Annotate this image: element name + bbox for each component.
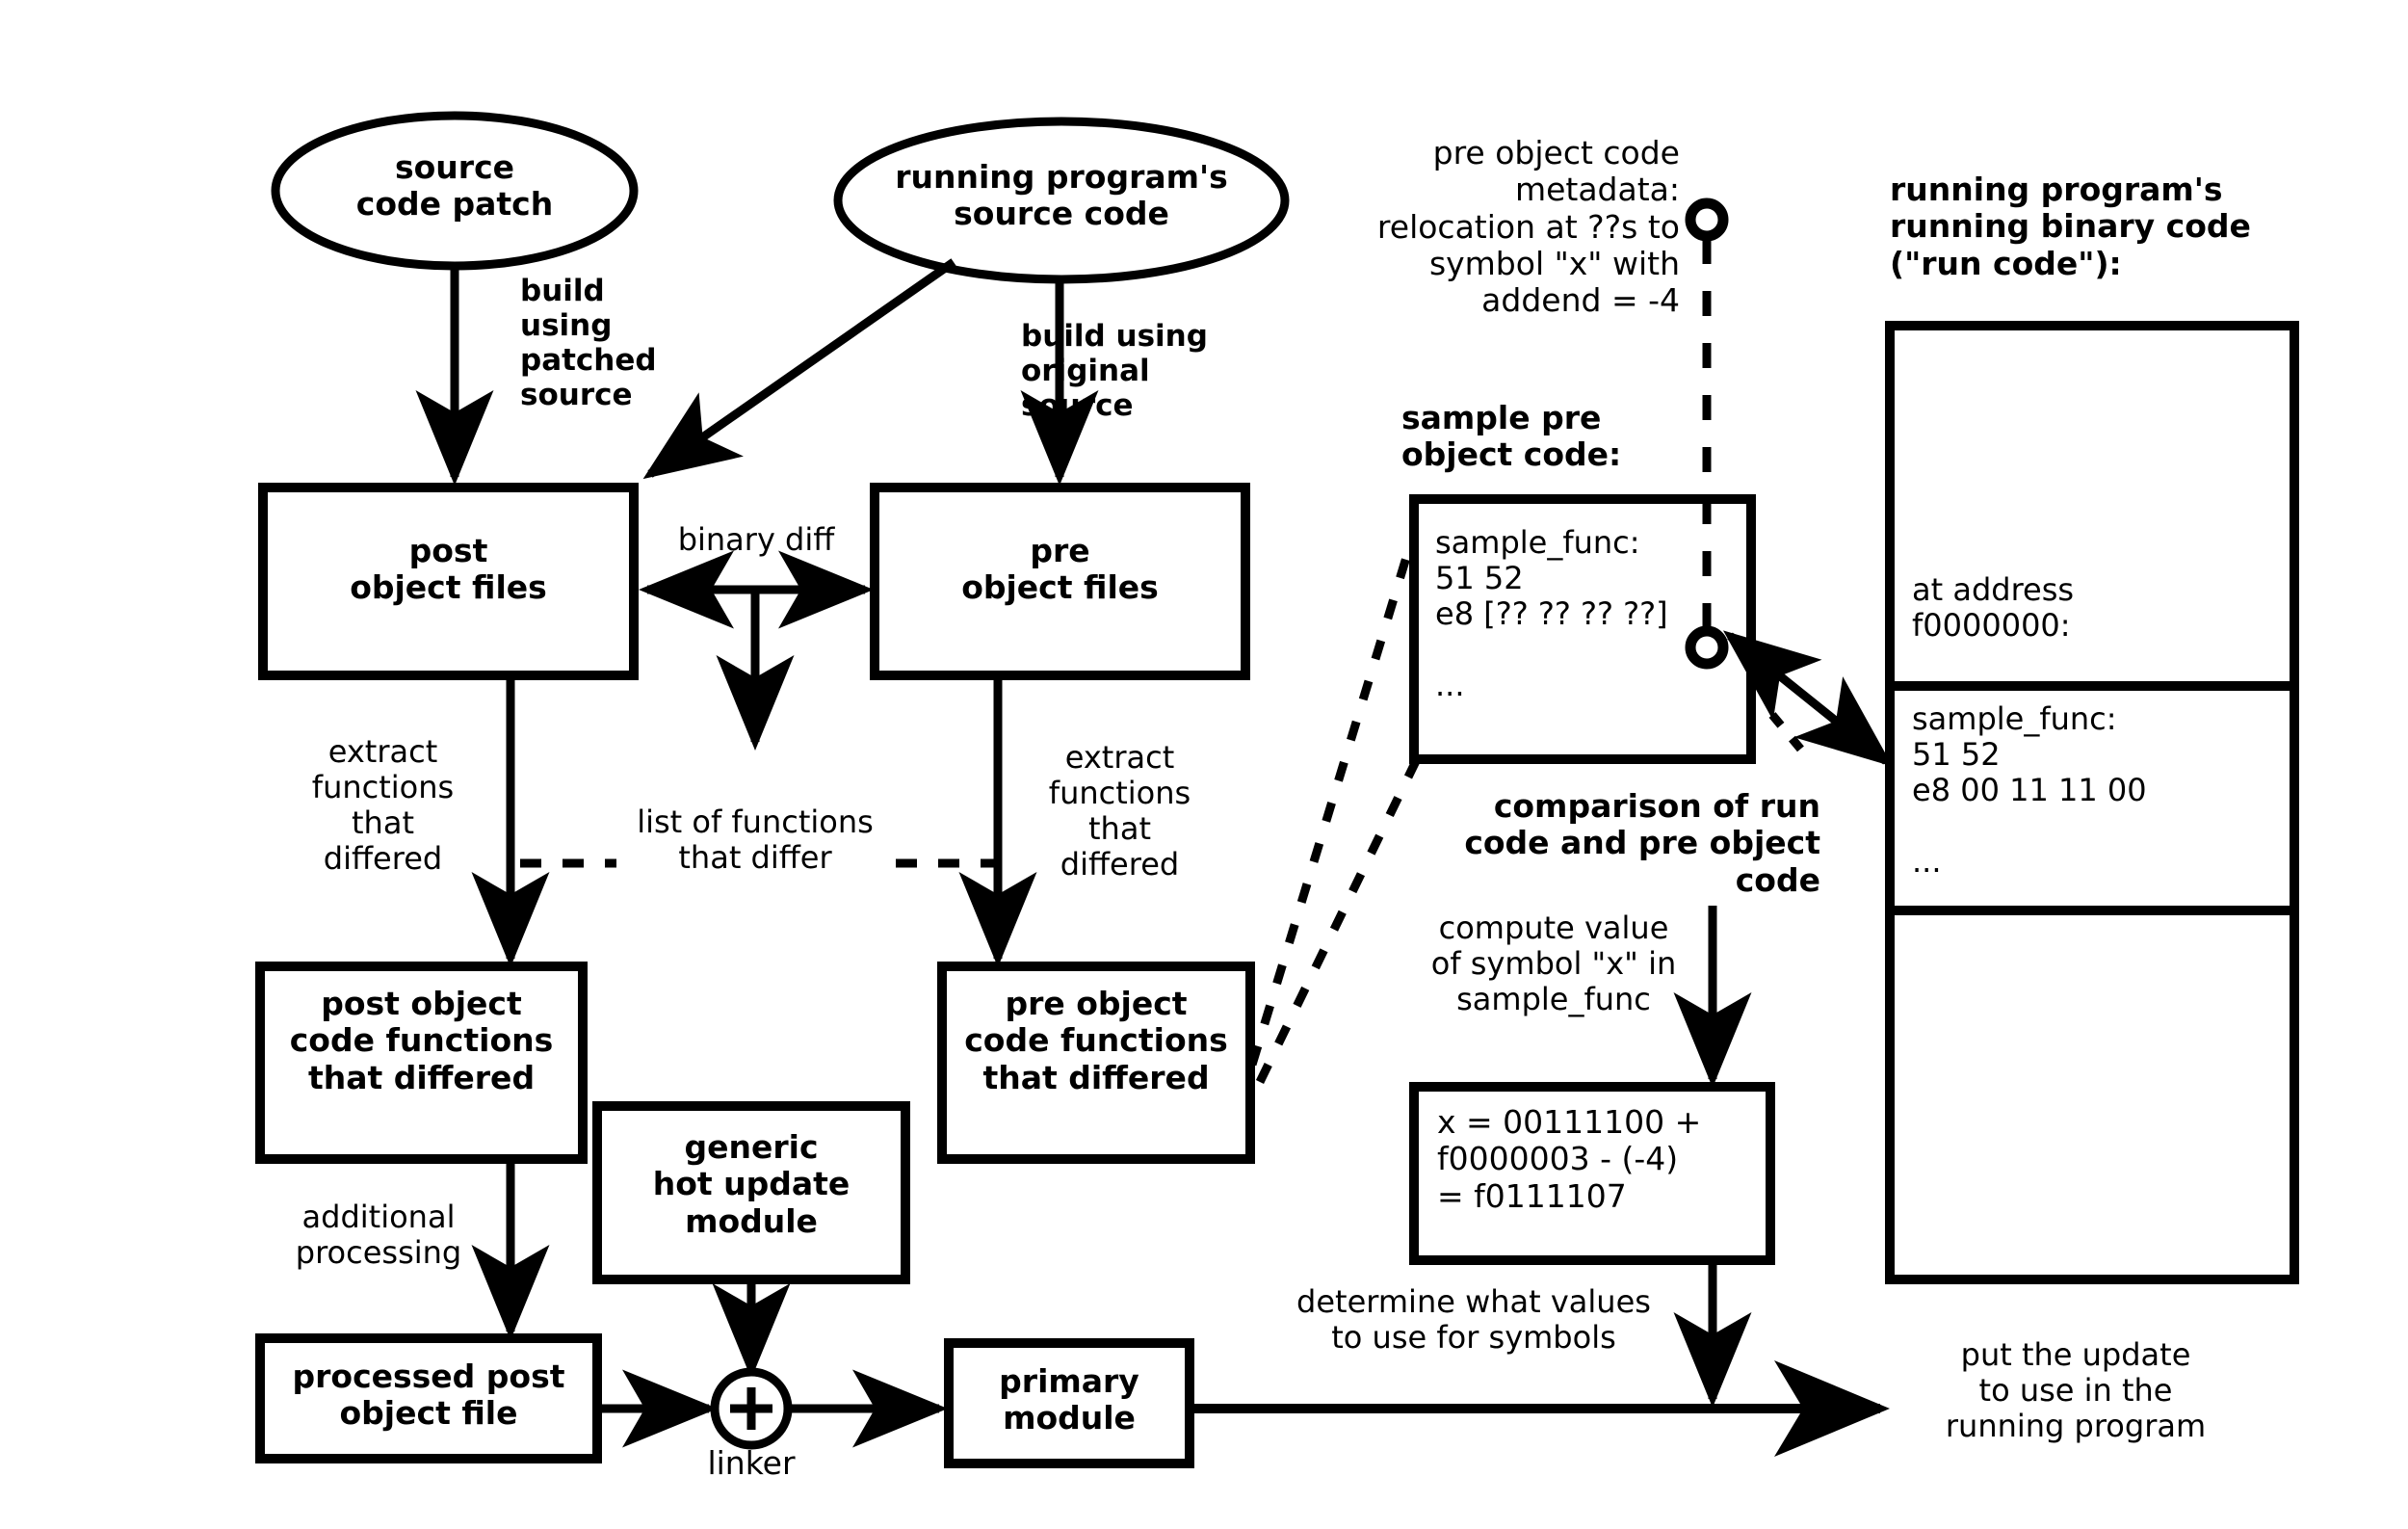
annotation-run-binary-code-caption: running program's running binary code ("…	[1890, 171, 2251, 282]
box-label-post-object-files: post object files	[350, 532, 547, 607]
edge-label-linker: linker	[707, 1444, 796, 1482]
dashed-zoom-bottom	[1255, 759, 1421, 1084]
box-label-post-object-code-functions: post object code functions that differed	[289, 985, 554, 1096]
dashed-compare-tick	[1768, 712, 1805, 752]
box-label-pre-object-code-functions: pre object code functions that differed	[964, 985, 1228, 1096]
annotation-comparison-of-run-code: comparison of run code and pre object co…	[1464, 787, 1820, 899]
edge-label-build-using-patched-source: build using patched source	[520, 274, 657, 412]
annotation-pre-object-code-metadata: pre object code metadata: relocation at …	[1376, 134, 1680, 320]
edge-label-extract-functions-left: extract functions that differed	[311, 733, 455, 878]
edge-label-build-using-original-source: build using original source	[1021, 319, 1208, 423]
dashed-zoom-top	[1247, 549, 1413, 1067]
edge-label-binary-diff: binary diff	[677, 521, 835, 558]
ellipse-label-source-code-patch: source code patch	[355, 148, 554, 224]
box-label-processed-post-object-file: processed post object file	[292, 1358, 565, 1433]
run-code-cell-address: at address f0000000:	[1912, 571, 2075, 645]
ellipse-label-running-program-source-code: running program's source code	[895, 158, 1228, 233]
run-code-cell-body: sample_func: 51 52 e8 00 11 11 00 ...	[1912, 700, 2147, 881]
edge-label-put-the-update: put the update to use in the running pro…	[1945, 1336, 2207, 1445]
edge-label-compute-value-of-symbol: compute value of symbol "x" in sample_fu…	[1430, 909, 1677, 1018]
edge-label-additional-processing: additional processing	[295, 1199, 462, 1272]
box-label-generic-hot-update-module: generic hot update module	[652, 1128, 851, 1240]
annotation-sample-pre-object-code-caption: sample pre object code:	[1401, 399, 1622, 474]
box-label-x-computation: x = 00111100 + f0000003 - (-4) = f011110…	[1437, 1103, 1702, 1215]
edge-label-list-of-functions-that-differ: list of functions that differ	[637, 804, 874, 877]
edge-label-determine-values-for-symbols: determine what values to use for symbols	[1296, 1283, 1651, 1357]
diagram-canvas: source code patch running program's sour…	[0, 0, 2408, 1529]
box-label-pre-object-files: pre object files	[961, 532, 1159, 607]
box-label-primary-module: primary module	[999, 1362, 1139, 1437]
metadata-anchor-circle	[1685, 198, 1729, 242]
box-label-sample-pre-object-code: sample_func: 51 52 e8 [?? ?? ?? ??] ...	[1435, 524, 1668, 704]
edge-label-extract-functions-right: extract functions that differed	[1048, 739, 1191, 883]
